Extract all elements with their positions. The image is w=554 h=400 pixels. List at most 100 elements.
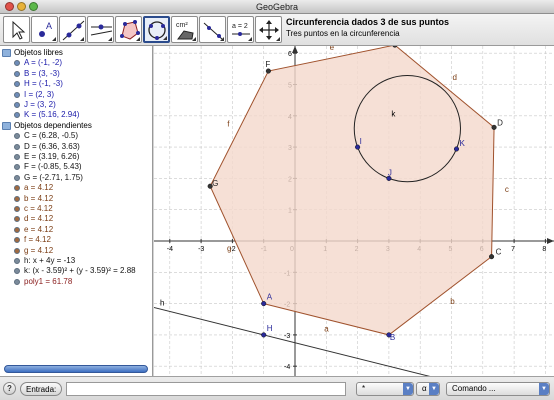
point-label: I <box>360 137 362 146</box>
algebra-row-text: C = (6.28, -0.5) <box>24 131 79 141</box>
line-label: h <box>160 298 164 307</box>
tool-line-two-points[interactable] <box>59 16 86 43</box>
y-tick-label: 6 <box>288 51 292 58</box>
point-label: J <box>388 168 392 177</box>
chevron-down-icon: ▼ <box>403 383 413 395</box>
y-axis-arrow-icon <box>292 46 298 53</box>
horizontal-scrollbar[interactable] <box>4 365 148 373</box>
visibility-toggle-icon[interactable] <box>14 143 20 150</box>
window-title: GeoGebra <box>255 2 299 12</box>
segment-label: a <box>324 324 329 333</box>
arrow-move-icon <box>12 20 26 40</box>
segment-label: f <box>227 120 230 129</box>
algebra-row-text: Objetos dependientes <box>14 120 92 130</box>
input-bar: ? Entrada: * ▼ α ▼ Comando ... ▼ <box>0 376 554 400</box>
visibility-toggle-icon[interactable] <box>14 91 20 98</box>
visibility-toggle-icon[interactable] <box>14 237 20 244</box>
close-window-icon[interactable] <box>5 2 14 11</box>
visibility-toggle-icon[interactable] <box>14 216 20 223</box>
point-c <box>489 254 495 260</box>
svg-text:A: A <box>46 21 52 31</box>
tool-perpendicular-line[interactable] <box>87 16 114 43</box>
algebra-row-text: F = (-0.85, 5.43) <box>24 162 82 172</box>
segment-label: c <box>505 185 509 194</box>
input-label-button[interactable]: Entrada: <box>20 382 63 396</box>
point-label: B <box>390 333 395 342</box>
algebra-row-text: f = 4.12 <box>24 235 51 245</box>
x-tick-label: 8 <box>542 246 546 253</box>
algebra-view[interactable]: Objetos libres A = (-1, -2) B = (3, -3) H =… <box>0 46 153 376</box>
y-tick-label: -4 <box>284 364 290 371</box>
algebra-row-text: B = (3, -3) <box>24 68 60 78</box>
tool-slider[interactable]: a = 2 <box>227 16 254 43</box>
algebra-row-text: Objetos libres <box>14 48 63 57</box>
visibility-toggle-icon[interactable] <box>14 278 20 285</box>
point-label: C <box>496 248 502 257</box>
graphics-canvas[interactable]: -4-3-2-1012345678654321-1-2-3-4abcdefghk… <box>154 46 554 376</box>
segment-label: d <box>452 73 456 82</box>
point-label: D <box>497 118 503 127</box>
visibility-toggle-icon[interactable] <box>14 60 20 67</box>
tool-move-graphics[interactable] <box>255 16 282 43</box>
tool-title: Circunferencia dados 3 de sus puntos <box>286 17 450 27</box>
algebra-row-text: K = (5.16, 2.94) <box>24 110 80 120</box>
graphics-view[interactable]: -4-3-2-1012345678654321-1-2-3-4abcdefghk… <box>154 46 554 376</box>
algebra-row-text: a = 4.12 <box>24 183 54 193</box>
minimize-window-icon[interactable] <box>17 2 26 11</box>
toolbar: A cm² a = 2 Circunferencia dados 3 de su… <box>0 14 554 46</box>
algebra-row-text: g = 4.12 <box>24 245 54 255</box>
tool-help: Tres puntos en la circunferencia <box>286 29 400 38</box>
algebra-row-text: I = (2, 3) <box>24 89 55 99</box>
visibility-toggle-icon[interactable] <box>14 154 20 160</box>
tool-area[interactable]: cm² <box>171 16 198 43</box>
algebra-row-text: b = 4.12 <box>24 193 54 203</box>
x-tick-label: -3 <box>198 246 204 253</box>
visibility-toggle-icon[interactable] <box>14 206 20 212</box>
command-select[interactable]: Comando ... ▼ <box>446 382 550 396</box>
x-axis-arrow-icon <box>547 238 554 244</box>
algebra-row-text: G = (-2.71, 1.75) <box>24 172 83 182</box>
visibility-toggle-icon[interactable] <box>14 268 20 275</box>
algebra-row-text: d = 4.12 <box>24 214 54 224</box>
algebra-row-text: h: x + 4y = -13 <box>24 256 76 265</box>
visibility-toggle-icon[interactable] <box>14 258 20 264</box>
zoom-window-icon[interactable] <box>29 2 38 11</box>
point-label: H <box>267 324 273 333</box>
greek-select[interactable]: α ▼ <box>416 382 440 396</box>
point-label: K <box>460 139 466 148</box>
point-k <box>453 146 460 152</box>
visibility-toggle-icon[interactable] <box>14 112 20 119</box>
symbol-select[interactable]: * ▼ <box>356 382 414 396</box>
help-button[interactable]: ? <box>3 382 16 395</box>
algebra-row-text: H = (-1, -3) <box>24 79 63 89</box>
algebra-row-text: D = (6.36, 3.63) <box>24 141 80 151</box>
tool-move[interactable] <box>3 16 30 43</box>
algebra-row-text: J = (3, 2) <box>24 100 56 109</box>
input-field[interactable] <box>66 382 346 396</box>
tool-new-point[interactable]: A <box>31 16 58 43</box>
visibility-toggle-icon[interactable] <box>14 102 20 108</box>
visibility-toggle-icon[interactable] <box>14 70 20 77</box>
segment-label: e <box>330 46 335 52</box>
x-tick-label: -4 <box>167 246 173 253</box>
point-label: G <box>212 179 218 188</box>
visibility-toggle-icon[interactable] <box>14 164 20 171</box>
segment-label: b <box>450 297 455 306</box>
point-a <box>261 301 267 307</box>
visibility-toggle-icon[interactable] <box>14 133 20 140</box>
visibility-toggle-icon[interactable] <box>14 185 20 192</box>
point-d <box>491 124 497 130</box>
segment-label: g <box>227 244 231 253</box>
tool-angle[interactable] <box>199 16 226 43</box>
visibility-toggle-icon[interactable] <box>14 195 20 202</box>
chevron-down-icon: ▼ <box>539 383 549 395</box>
visibility-toggle-icon[interactable] <box>14 226 20 233</box>
algebra-row-text: E = (3.19, 6.26) <box>24 152 80 161</box>
algebra-row-text: poly1 = 61.78 <box>24 276 73 286</box>
visibility-toggle-icon[interactable] <box>14 174 20 181</box>
tool-polygon[interactable] <box>115 16 142 43</box>
tool-circle-three-points[interactable] <box>143 16 170 43</box>
title-bar: GeoGebra <box>0 0 554 14</box>
visibility-toggle-icon[interactable] <box>14 81 20 88</box>
visibility-toggle-icon[interactable] <box>14 247 20 254</box>
